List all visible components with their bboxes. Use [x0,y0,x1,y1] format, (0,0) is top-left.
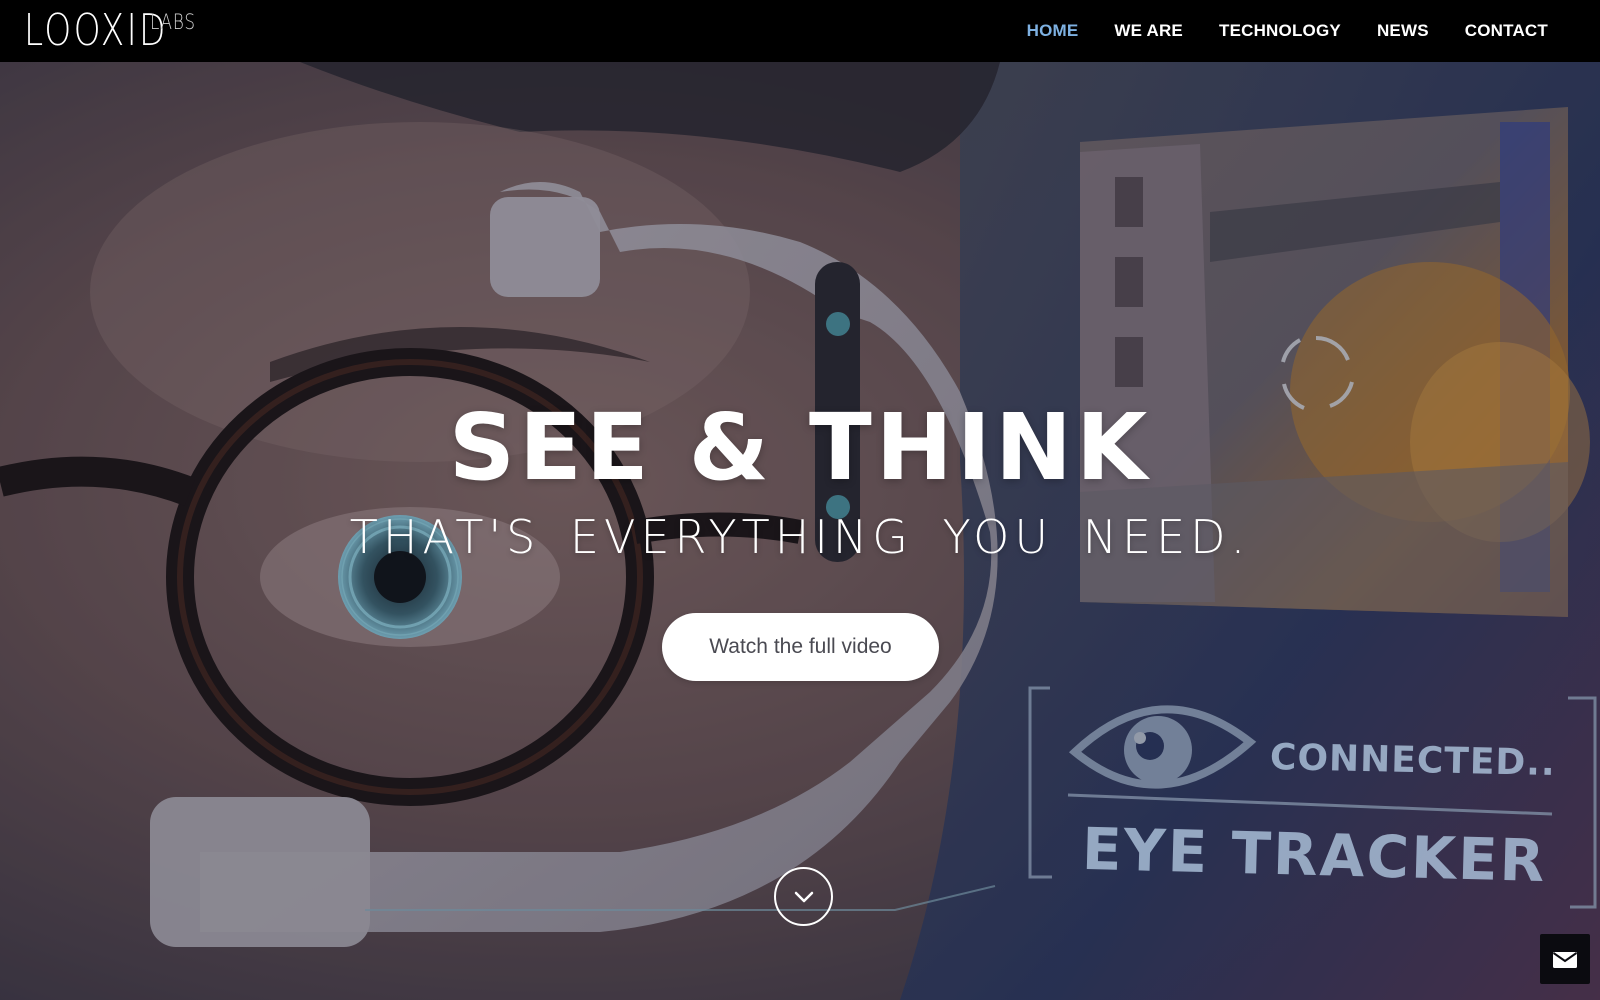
hero-section: CONNECTED.. EYE TRACKER SEE & THINK THAT… [0,62,1600,1000]
top-navbar: LOOXID LABS HOME WE ARE TECHNOLOGY NEWS … [0,0,1600,62]
contact-mail-button[interactable] [1540,934,1590,984]
hud-eye-tracker-text: EYE TRACKER [1081,814,1548,896]
watch-video-button[interactable]: Watch the full video [662,613,939,681]
chevron-down-icon [794,891,813,902]
nav-technology[interactable]: TECHNOLOGY [1201,21,1359,41]
brand-logo[interactable]: LOOXID LABS [24,8,207,54]
nav-home[interactable]: HOME [1009,21,1097,41]
nav-news[interactable]: NEWS [1359,21,1447,41]
main-nav: HOME WE ARE TECHNOLOGY NEWS CONTACT [1009,0,1566,62]
hero-subtitle: THAT'S EVERYTHING YOU NEED. [349,510,1251,564]
logo-subtext: LABS [150,10,196,34]
hud-connected-text: CONNECTED.. [1269,737,1557,784]
hero-title: SEE & THINK [448,394,1152,501]
scroll-down-button[interactable] [774,867,833,926]
nav-contact[interactable]: CONTACT [1447,21,1566,41]
logo-wordmark: LOOXID [24,5,168,56]
nav-we-are[interactable]: WE ARE [1096,21,1201,41]
envelope-icon [1553,952,1577,968]
